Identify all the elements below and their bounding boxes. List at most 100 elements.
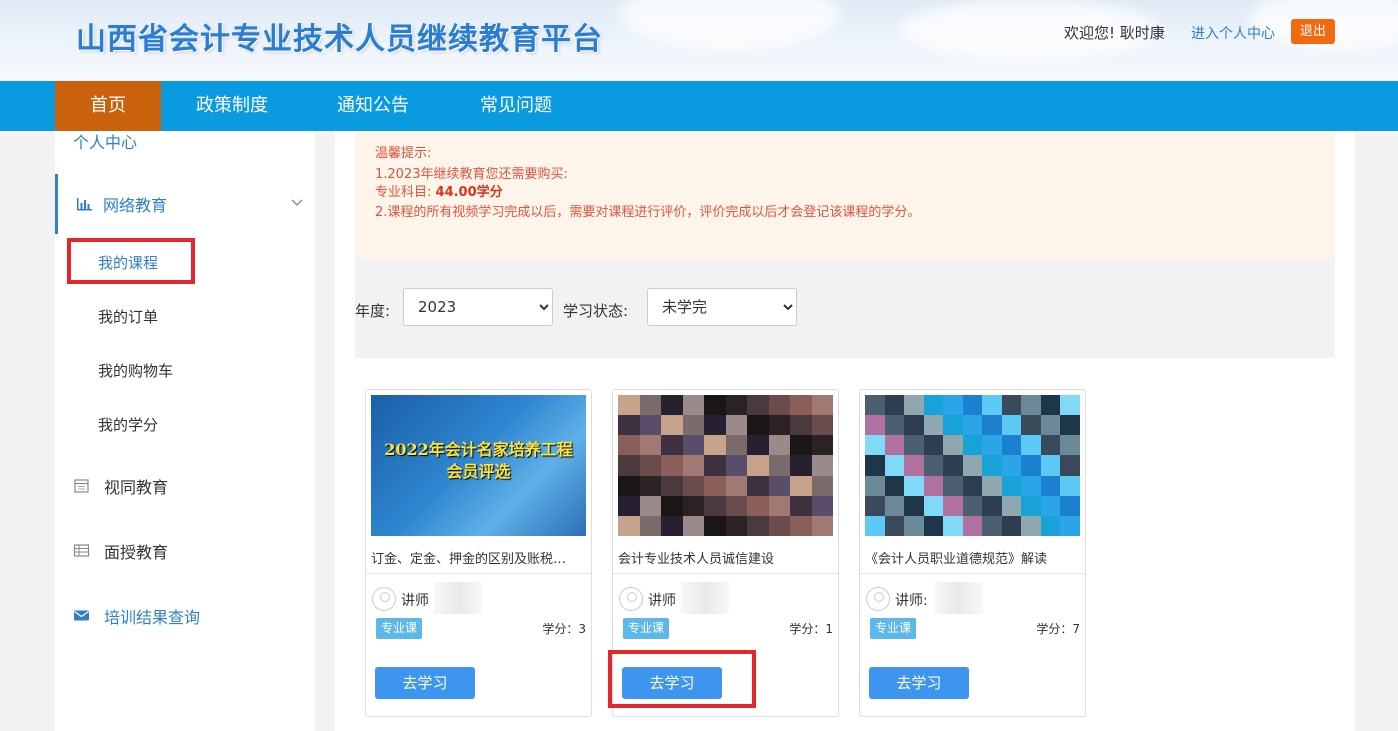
thumbnail-pixel <box>618 435 640 456</box>
thumbnail-pixel <box>661 455 683 476</box>
thumbnail-pixel <box>704 455 726 476</box>
sidebar-item-label: 视同教育 <box>104 478 169 497</box>
thumbnail-caption-line: 会员评选 <box>446 462 511 481</box>
thumbnail-pixel <box>768 395 790 416</box>
thumbnail-pixel <box>943 495 963 516</box>
thumbnail-pixel <box>768 495 790 516</box>
thumbnail-pixelated <box>618 395 833 536</box>
course-thumbnail[interactable] <box>865 395 1080 536</box>
sidebar-sub-my-orders[interactable]: 我的订单 <box>98 306 158 327</box>
thumbnail-pixel <box>1001 435 1022 456</box>
thumbnail-pixel <box>865 495 885 516</box>
user-center-link[interactable]: 进入个人中心 <box>1191 23 1275 43</box>
thumbnail-pixel <box>1021 515 1041 536</box>
thumbnail-pixel <box>704 395 726 416</box>
thumbnail-pixel <box>704 515 726 536</box>
thumbnail-pixel <box>682 395 704 416</box>
nav-faq[interactable]: 常见问题 <box>466 81 566 131</box>
thumbnail-pixel <box>811 435 833 456</box>
thumbnail-pixel <box>811 495 833 516</box>
thumbnail-caption-line: 2022年会计名家培养工程 <box>384 440 573 459</box>
thumbnail-pixel <box>1040 395 1061 416</box>
lecturer-name-blurred <box>681 582 729 614</box>
course-title[interactable]: 《会计人员职业道德规范》解读 <box>865 548 1080 567</box>
sidebar-item-classroom-edu[interactable]: 面授教育 <box>55 521 315 581</box>
thumbnail-pixel <box>1001 395 1022 416</box>
thumbnail-pixel <box>661 515 683 536</box>
thumbnail-pixel <box>790 475 812 496</box>
envelope-icon <box>74 610 89 621</box>
sidebar-personal-center[interactable]: 个人中心 <box>73 129 137 153</box>
course-thumbnail[interactable] <box>618 395 833 536</box>
thumbnail-pixel <box>704 495 726 516</box>
thumbnail-pixel <box>768 475 790 496</box>
thumbnail-pixel <box>962 415 983 436</box>
thumbnail-pixel <box>790 515 812 536</box>
thumbnail-pixel <box>747 395 769 416</box>
course-thumbnail[interactable]: 2022年会计名家培养工程 会员评选 <box>371 395 586 536</box>
sidebar-sub-my-cart[interactable]: 我的购物车 <box>98 360 173 381</box>
avatar <box>372 587 396 611</box>
thumbnail-pixel <box>618 515 640 536</box>
course-tag: 专业课 <box>623 618 670 639</box>
thumbnail-pixel <box>682 415 704 436</box>
thumbnail-pixel <box>811 455 833 476</box>
thumbnail-pixel <box>982 495 1002 516</box>
thumbnail-pixel <box>904 515 924 536</box>
sidebar-item-label: 网络教育 <box>103 196 168 215</box>
sidebar-item-video-edu[interactable]: 视同教育 <box>55 456 315 516</box>
lecturer-label: 讲师 <box>648 593 676 609</box>
thumbnail-pixel <box>682 495 704 516</box>
thumbnail-pixel <box>904 435 924 456</box>
thumbnail-pixel <box>865 435 885 456</box>
course-card[interactable]: 《会计人员职业道德规范》解读 讲师: 专业课 学分：7 去学习 <box>859 389 1086 717</box>
course-title[interactable]: 订金、定金、押金的区别及账税… <box>371 548 586 567</box>
nav-home[interactable]: 首页 <box>55 81 161 131</box>
thumbnail-pixel <box>661 495 683 516</box>
thumbnail-pixel <box>904 455 924 476</box>
thumbnail-pixel <box>884 495 905 516</box>
thumbnail-pixel <box>725 455 747 476</box>
thumbnail-pixel <box>704 475 726 496</box>
sidebar-item-label: 培训结果查询 <box>104 608 201 627</box>
year-select[interactable]: 2023 <box>403 288 553 326</box>
lecturer-name-blurred <box>434 582 482 614</box>
thumbnail-pixel <box>943 475 963 496</box>
course-title[interactable]: 会计专业技术人员诚信建设 <box>618 548 833 567</box>
avatar <box>866 587 890 611</box>
thumbnail-pixel <box>661 395 683 416</box>
thumbnail-pixel <box>943 435 963 456</box>
thumbnail-pixel <box>639 475 661 496</box>
sidebar-item-online-edu[interactable]: 网络教育 <box>55 174 315 234</box>
thumbnail-pixel <box>747 435 769 456</box>
course-card[interactable]: 2022年会计名家培养工程 会员评选 订金、定金、押金的区别及账税… 讲师 专业… <box>365 389 592 717</box>
thumbnail-pixel <box>1040 475 1061 496</box>
thumbnail-pixel <box>904 475 924 496</box>
thumbnail-pixel <box>923 415 944 436</box>
thumbnail-pixel <box>1060 495 1080 516</box>
logout-button[interactable]: 退出 <box>1291 19 1335 44</box>
thumbnail-pixel <box>1040 495 1061 516</box>
sidebar-item-result-query[interactable]: 培训结果查询 <box>55 586 315 646</box>
thumbnail-pixel <box>618 475 640 496</box>
thumbnail-pixel <box>884 475 905 496</box>
status-select[interactable]: 未学完 <box>647 288 797 326</box>
tips-title: 温馨提示: <box>375 146 432 161</box>
sidebar-sub-my-credits[interactable]: 我的学分 <box>98 414 158 435</box>
nav-policy[interactable]: 政策制度 <box>182 81 282 131</box>
thumbnail-pixel <box>1001 415 1022 436</box>
thumbnail-pixel <box>904 495 924 516</box>
thumbnail-pixel <box>923 395 944 416</box>
thumbnail-caption: 2022年会计名家培养工程 会员评选 <box>371 439 586 483</box>
nav-notice[interactable]: 通知公告 <box>323 81 423 131</box>
thumbnail-pixel <box>1060 455 1080 476</box>
thumbnail-pixel <box>1060 475 1080 496</box>
study-button[interactable]: 去学习 <box>869 667 969 699</box>
thumbnail-pixel <box>747 415 769 436</box>
thumbnail-pixel <box>962 495 983 516</box>
thumbnail-pixel <box>865 415 885 436</box>
tips-subject-label: 专业科目: <box>375 185 432 200</box>
study-button[interactable]: 去学习 <box>375 667 475 699</box>
thumbnail-pixel <box>747 515 769 536</box>
thumbnail-pixel <box>884 455 905 476</box>
